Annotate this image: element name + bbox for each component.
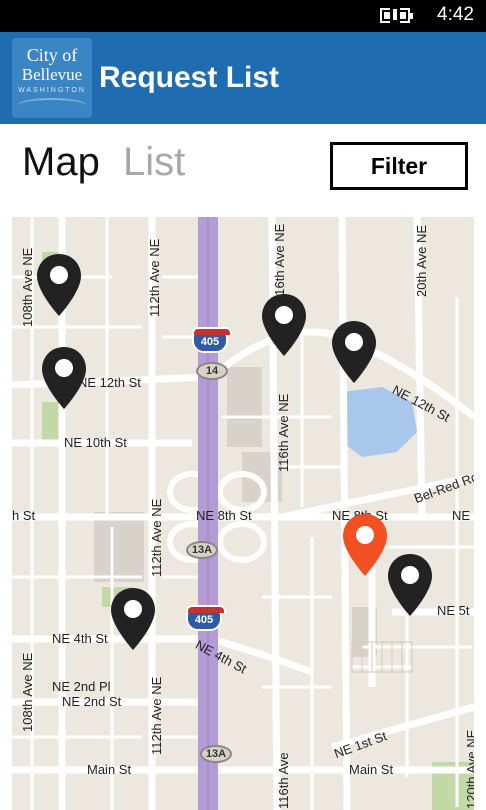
map-marker-pin[interactable] <box>35 252 83 318</box>
battery-charging-icon <box>380 7 413 24</box>
map-view[interactable]: 108th Ave NE 112th Ave NE 116th Ave NE 2… <box>12 217 474 810</box>
street-label: 112th Ave NE <box>147 238 162 317</box>
interstate-405-shield: 405 <box>186 605 226 631</box>
logo-line-2: Bellevue <box>21 65 83 84</box>
map-marker-pin-selected[interactable] <box>341 512 389 578</box>
interstate-405-shield: 405 <box>192 327 232 353</box>
street-label: 20th Ave NE <box>414 224 429 297</box>
tab-list[interactable]: List <box>123 140 185 185</box>
map-marker-pin[interactable] <box>386 552 434 618</box>
street-label: 116th Ave <box>276 752 291 809</box>
filter-button[interactable]: Filter <box>330 142 468 190</box>
logo-line-3: WASHINGTON <box>18 87 86 94</box>
street-label: NE <box>452 508 471 523</box>
state-route-14-shield: 14 <box>196 362 228 380</box>
status-bar: 4:42 <box>0 0 486 32</box>
logo-line-1: City of <box>26 45 78 65</box>
map-marker-pin[interactable] <box>330 319 378 385</box>
street-label: Main St <box>87 762 132 777</box>
map-marker-pin[interactable] <box>260 292 308 358</box>
street-label: h St <box>12 508 36 523</box>
street-label: NE 4th St <box>52 631 108 646</box>
street-label: Main St <box>349 762 394 777</box>
state-route-13a-shield: 13A <box>200 745 232 763</box>
street-label: 112th Ave NE <box>149 676 164 755</box>
street-label: 116th Ave NE <box>276 393 291 472</box>
tab-map[interactable]: Map <box>22 140 100 185</box>
street-label: NE 5t <box>437 603 470 618</box>
street-label: 112th Ave NE <box>149 498 164 577</box>
street-label: 108th Ave NE <box>20 247 35 327</box>
street-label: NE 2nd Pl <box>52 679 111 694</box>
street-label: 108th Ave NE <box>20 652 35 732</box>
street-label: NE 8th St <box>196 508 252 523</box>
street-label: 120th Ave NE <box>464 729 474 809</box>
status-time: 4:42 <box>437 4 474 25</box>
map-marker-pin[interactable] <box>109 586 157 652</box>
street-label: NE 2nd St <box>62 694 122 709</box>
street-label: 116th Ave NE <box>272 223 287 302</box>
state-route-13a-shield: 13A <box>186 541 218 559</box>
app-header: City of Bellevue WASHINGTON Request List <box>0 32 486 124</box>
map-marker-pin[interactable] <box>40 345 88 411</box>
city-logo: City of Bellevue WASHINGTON <box>12 38 92 118</box>
page-title: Request List <box>99 61 280 94</box>
street-label: NE 10th St <box>64 435 127 450</box>
